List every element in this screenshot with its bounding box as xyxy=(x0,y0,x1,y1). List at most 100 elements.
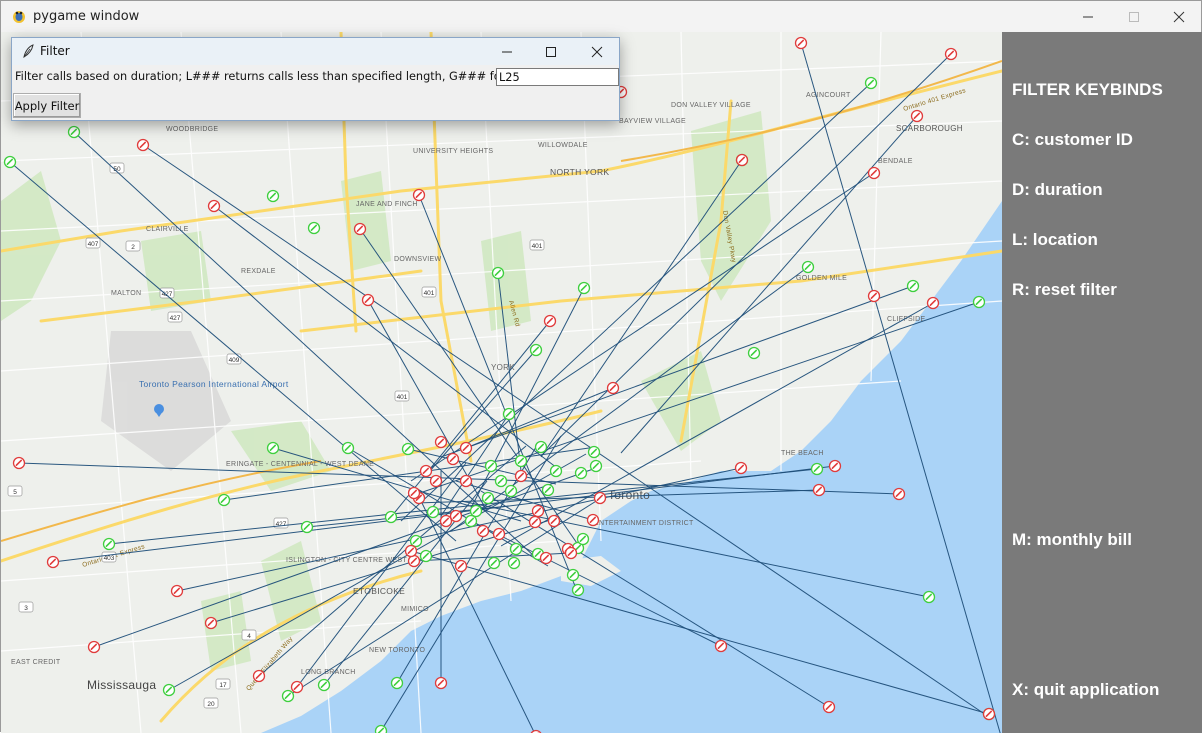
phone-icon[interactable] xyxy=(471,506,482,517)
phone-icon[interactable] xyxy=(509,558,520,569)
phone-icon[interactable] xyxy=(803,262,814,273)
dialog-close-button[interactable] xyxy=(574,38,620,65)
phone-icon[interactable] xyxy=(866,78,877,89)
phone-icon[interactable] xyxy=(908,281,919,292)
phone-icon[interactable] xyxy=(736,463,747,474)
phone-icon[interactable] xyxy=(812,464,823,475)
phone-icon[interactable] xyxy=(830,461,841,472)
phone-icon[interactable] xyxy=(461,443,472,454)
phone-icon[interactable] xyxy=(536,442,547,453)
phone-icon[interactable] xyxy=(716,641,727,652)
phone-icon[interactable] xyxy=(533,506,544,517)
phone-icon[interactable] xyxy=(496,476,507,487)
phone-icon[interactable] xyxy=(386,512,397,523)
phone-icon[interactable] xyxy=(409,488,420,499)
phone-icon[interactable] xyxy=(268,191,279,202)
phone-icon[interactable] xyxy=(431,476,442,487)
maximize-button[interactable] xyxy=(1111,1,1157,32)
map-canvas[interactable]: WOODBRIDGE UNIVERSITY HEIGHTS WILLOWDALE… xyxy=(1,32,1002,733)
phone-icon[interactable] xyxy=(576,468,587,479)
phone-icon[interactable] xyxy=(343,443,354,454)
phone-icon[interactable] xyxy=(363,295,374,306)
phone-icon[interactable] xyxy=(984,709,995,720)
phone-icon[interactable] xyxy=(796,38,807,49)
phone-icon[interactable] xyxy=(138,140,149,151)
title-bar[interactable]: pygame window xyxy=(1,1,1201,32)
phone-icon[interactable] xyxy=(749,348,760,359)
phone-icon[interactable] xyxy=(924,592,935,603)
phone-icon[interactable] xyxy=(489,558,500,569)
phone-icon[interactable] xyxy=(814,485,825,496)
phone-icon[interactable] xyxy=(421,466,432,477)
phone-icon[interactable] xyxy=(478,526,489,537)
phone-icon[interactable] xyxy=(436,437,447,448)
phone-icon[interactable] xyxy=(568,570,579,581)
toronto-map[interactable]: WOODBRIDGE UNIVERSITY HEIGHTS WILLOWDALE… xyxy=(1,32,1002,733)
minimize-button[interactable] xyxy=(1065,1,1111,32)
phone-icon[interactable] xyxy=(516,471,527,482)
phone-icon[interactable] xyxy=(531,345,542,356)
phone-icon[interactable] xyxy=(466,516,477,527)
phone-icon[interactable] xyxy=(946,49,957,60)
phone-icon[interactable] xyxy=(545,316,556,327)
phone-icon[interactable] xyxy=(543,485,554,496)
dialog-maximize-button[interactable] xyxy=(528,38,574,65)
phone-icon[interactable] xyxy=(392,678,403,689)
phone-icon[interactable] xyxy=(912,111,923,122)
phone-icon[interactable] xyxy=(737,155,748,166)
phone-icon[interactable] xyxy=(414,190,425,201)
phone-icon[interactable] xyxy=(209,201,220,212)
phone-icon[interactable] xyxy=(172,586,183,597)
phone-icon[interactable] xyxy=(578,534,589,545)
phone-icon[interactable] xyxy=(483,493,494,504)
phone-icon[interactable] xyxy=(493,268,504,279)
dialog-minimize-button[interactable] xyxy=(484,38,530,65)
filter-input[interactable] xyxy=(496,68,619,86)
phone-icon[interactable] xyxy=(894,489,905,500)
phone-icon[interactable] xyxy=(411,536,422,547)
phone-icon[interactable] xyxy=(511,544,522,555)
phone-icon[interactable] xyxy=(506,486,517,497)
phone-icon[interactable] xyxy=(549,516,560,527)
phone-icon[interactable] xyxy=(14,458,25,469)
phone-icon[interactable] xyxy=(441,516,452,527)
phone-icon[interactable] xyxy=(403,444,414,455)
phone-icon[interactable] xyxy=(516,456,527,467)
phone-icon[interactable] xyxy=(292,682,303,693)
phone-icon[interactable] xyxy=(566,548,577,559)
phone-icon[interactable] xyxy=(869,168,880,179)
phone-icon[interactable] xyxy=(589,447,600,458)
phone-icon[interactable] xyxy=(824,702,835,713)
apply-filter-button[interactable]: Apply Filter xyxy=(13,93,81,118)
phone-icon[interactable] xyxy=(104,539,115,550)
phone-icon[interactable] xyxy=(206,618,217,629)
phone-icon[interactable] xyxy=(591,461,602,472)
phone-icon[interactable] xyxy=(595,493,606,504)
phone-icon[interactable] xyxy=(164,685,175,696)
phone-icon[interactable] xyxy=(588,515,599,526)
phone-icon[interactable] xyxy=(268,443,279,454)
phone-icon[interactable] xyxy=(541,553,552,564)
phone-icon[interactable] xyxy=(579,283,590,294)
phone-icon[interactable] xyxy=(461,476,472,487)
phone-icon[interactable] xyxy=(309,223,320,234)
phone-icon[interactable] xyxy=(573,585,584,596)
phone-icon[interactable] xyxy=(530,517,541,528)
phone-icon[interactable] xyxy=(5,157,16,168)
phone-icon[interactable] xyxy=(409,556,420,567)
phone-icon[interactable] xyxy=(869,291,880,302)
phone-icon[interactable] xyxy=(974,297,985,308)
phone-icon[interactable] xyxy=(89,642,100,653)
phone-icon[interactable] xyxy=(448,454,459,465)
phone-icon[interactable] xyxy=(48,557,59,568)
phone-icon[interactable] xyxy=(254,671,265,682)
phone-icon[interactable] xyxy=(283,691,294,702)
close-button[interactable] xyxy=(1156,1,1202,32)
phone-icon[interactable] xyxy=(355,224,366,235)
phone-icon[interactable] xyxy=(494,529,505,540)
phone-icon[interactable] xyxy=(421,551,432,562)
phone-icon[interactable] xyxy=(551,466,562,477)
phone-icon[interactable] xyxy=(928,298,939,309)
phone-icon[interactable] xyxy=(486,461,497,472)
phone-icon[interactable] xyxy=(451,511,462,522)
